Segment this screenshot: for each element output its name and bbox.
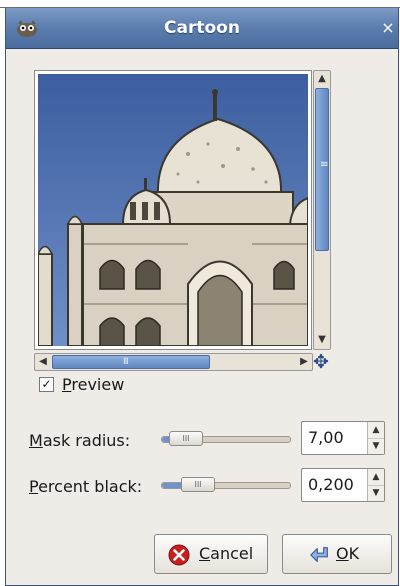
cancel-mnemonic: C [199, 544, 211, 563]
scroll-left-icon[interactable]: ◀ [36, 355, 50, 369]
titlebar[interactable]: Cartoon × [6, 8, 398, 49]
cancel-button-label: Cancel [199, 535, 253, 573]
mask-radius-spinbutton[interactable]: 7,00 ▲ ▼ [301, 421, 385, 455]
percent-black-spinbutton[interactable]: 0,200 ▲ ▼ [301, 468, 385, 502]
ok-button-label: OK [336, 535, 359, 573]
ok-label-rest: K [348, 544, 360, 563]
percent-black-label-rest: ercent black: [38, 477, 143, 496]
preview-checkbox[interactable]: ✓ [39, 377, 54, 392]
horizontal-scroll-thumb[interactable]: III [52, 355, 210, 369]
horizontal-grip: III [123, 357, 129, 367]
mask-radius-increment-icon[interactable]: ▲ [368, 422, 384, 439]
ok-mnemonic: O [336, 544, 349, 563]
vertical-scroll-thumb[interactable]: III [315, 88, 329, 251]
screen-top-edge [0, 0, 400, 8]
cartoon-dialog: Cartoon × ▲ III ▼ ◀ III ▶ ✥ ✓ Preview Ma… [5, 8, 399, 586]
close-icon[interactable]: × [380, 20, 396, 36]
navigate-icon[interactable]: ✥ [311, 352, 331, 372]
percent-black-decrement-icon[interactable]: ▼ [368, 485, 384, 501]
percent-black-slider-thumb[interactable]: III [181, 477, 215, 492]
percent-black-value[interactable]: 0,200 [308, 469, 354, 501]
vertical-scrollbar[interactable]: ▲ III ▼ [313, 70, 331, 350]
ok-arrow-icon [310, 547, 328, 563]
mask-radius-value[interactable]: 7,00 [308, 422, 344, 454]
scroll-down-icon[interactable]: ▼ [315, 333, 329, 347]
cancel-button[interactable]: Cancel [154, 534, 268, 574]
preview-area[interactable] [34, 70, 312, 350]
preview-label-rest: review [71, 375, 125, 394]
percent-black-increment-icon[interactable]: ▲ [368, 469, 384, 486]
percent-black-slider[interactable]: III [161, 477, 291, 492]
mask-radius-spin-buttons: ▲ ▼ [367, 422, 384, 454]
percent-black-label: Percent black: [29, 477, 142, 496]
mask-radius-decrement-icon[interactable]: ▼ [368, 438, 384, 454]
mask-radius-slider-thumb[interactable]: III [169, 431, 203, 446]
ok-button[interactable]: OK [282, 534, 392, 574]
horizontal-scrollbar[interactable]: ◀ III ▶ [34, 353, 313, 371]
mask-radius-mnemonic: M [29, 431, 43, 450]
percent-black-spin-buttons: ▲ ▼ [367, 469, 384, 501]
mask-radius-label-rest: ask radius: [42, 431, 131, 450]
percent-black-mnemonic: P [29, 477, 39, 496]
mask-radius-label: Mask radius: [29, 431, 130, 450]
scroll-right-icon[interactable]: ▶ [297, 355, 311, 369]
preview-label[interactable]: Preview [62, 375, 124, 394]
preview-mnemonic: P [62, 375, 72, 394]
vertical-grip: III [318, 161, 328, 166]
window-title: Cartoon [164, 18, 240, 38]
scroll-up-icon[interactable]: ▲ [315, 72, 329, 86]
cancel-label-rest: ancel [210, 544, 254, 563]
preview-image [38, 74, 308, 346]
mask-radius-slider[interactable]: III [161, 431, 291, 446]
cancel-icon [168, 544, 190, 566]
